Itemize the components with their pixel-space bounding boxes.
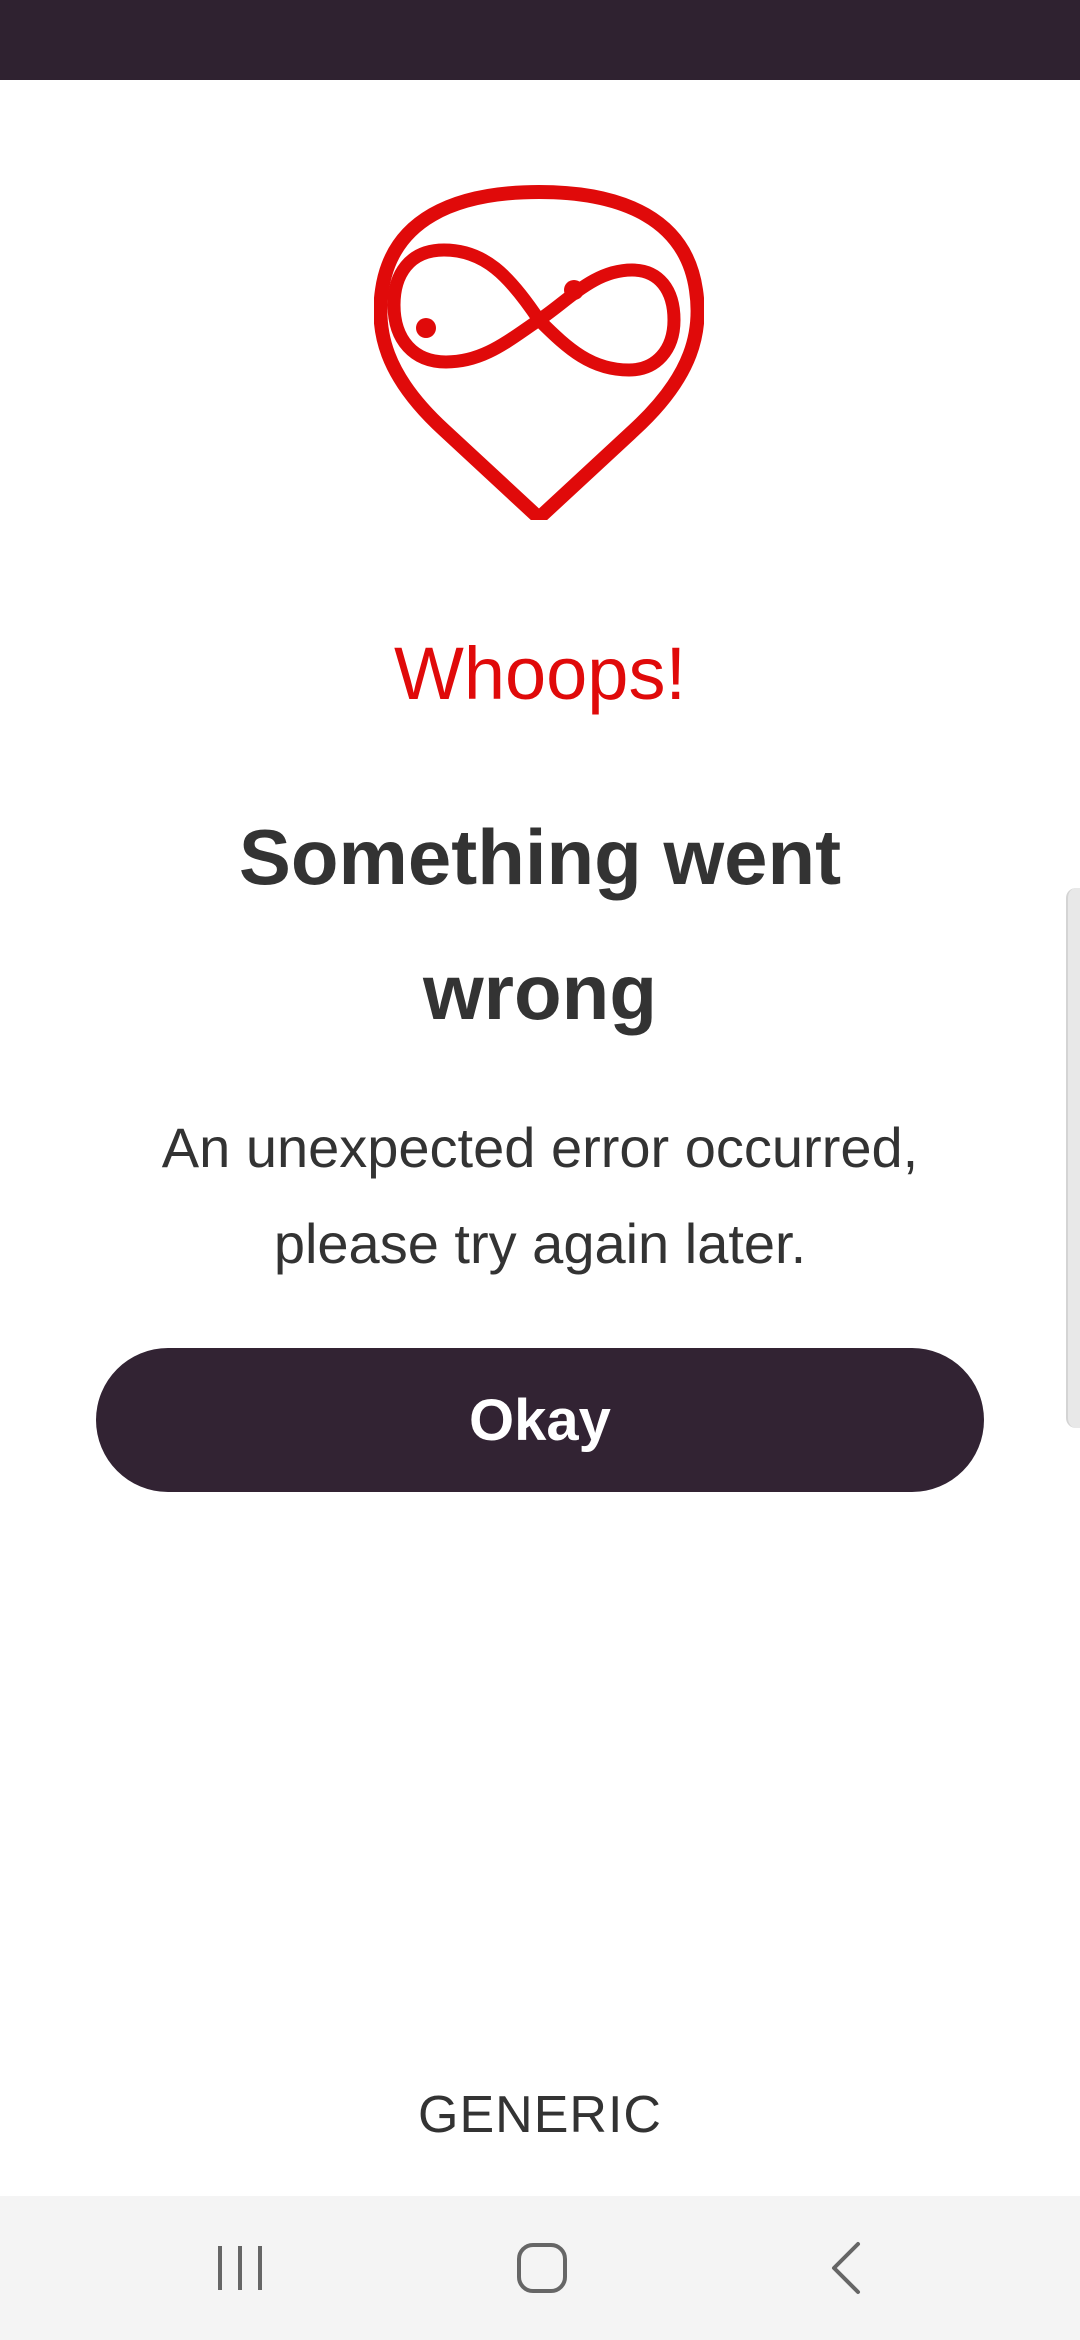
error-code-label: GENERIC	[418, 2086, 662, 2144]
okay-button[interactable]: Okay	[96, 1348, 984, 1492]
error-message: An unexpected error occurred, please try…	[161, 1116, 919, 1275]
status-bar	[0, 0, 1080, 80]
recent-apps-button[interactable]	[160, 2196, 320, 2340]
heart-infinity-logo-icon	[374, 185, 704, 520]
recent-apps-icon	[218, 2246, 262, 2290]
scrollbar[interactable]	[1066, 888, 1080, 1428]
system-navigation-bar	[0, 2196, 1080, 2340]
home-icon	[517, 2243, 567, 2293]
error-headline: Whoops!	[393, 632, 687, 715]
back-button[interactable]	[766, 2196, 926, 2340]
back-icon	[832, 2242, 860, 2294]
error-title: Something went wrong	[238, 813, 842, 1036]
home-button[interactable]	[462, 2196, 622, 2340]
